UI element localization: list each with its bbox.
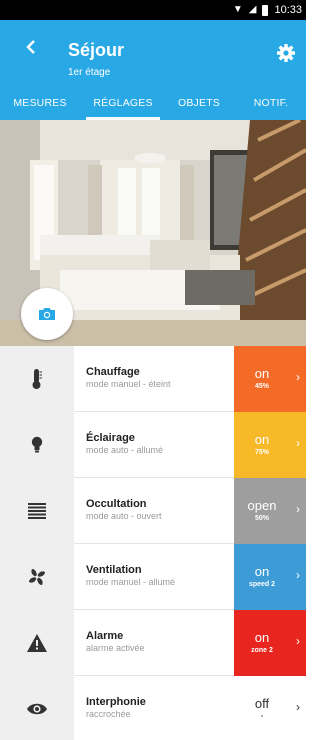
- state-value: on: [254, 564, 270, 579]
- page-subtitle: 1er étage: [68, 67, 111, 78]
- camera-icon: [39, 308, 55, 320]
- item-name: Occultation: [86, 498, 147, 510]
- gear-icon: [277, 44, 295, 62]
- state-value: off: [254, 696, 270, 711]
- state-toggle[interactable]: on 45% ›: [234, 346, 306, 412]
- settings-button[interactable]: [276, 43, 296, 63]
- chevron-right-icon: ›: [296, 502, 300, 516]
- state-toggle[interactable]: on speed 2 ›: [234, 544, 306, 610]
- status-time: 10:33: [274, 4, 302, 16]
- item-name: Chauffage: [86, 366, 140, 378]
- tab-reglages[interactable]: RÉGLAGES: [86, 92, 160, 120]
- state-detail: 50%: [254, 515, 269, 522]
- wifi-icon: ▼: [232, 4, 243, 15]
- chevron-right-icon: ›: [296, 634, 300, 648]
- camera-button[interactable]: [21, 288, 73, 340]
- settings-list: Chauffage mode manuel - éteint on 45% › …: [0, 346, 306, 740]
- chevron-right-icon: ›: [296, 436, 300, 450]
- state-toggle[interactable]: on zone 2 ›: [234, 610, 306, 676]
- item-name: Alarme: [86, 630, 124, 642]
- chevron-right-icon: ›: [296, 568, 300, 582]
- state-detail: 45%: [254, 383, 269, 390]
- lightbulb-icon: [31, 436, 43, 453]
- state-toggle[interactable]: on 75% ›: [234, 412, 306, 478]
- list-item-occultation[interactable]: Occultation mode auto - ouvert open 50% …: [0, 478, 306, 544]
- item-mode: mode manuel - éteint: [86, 379, 171, 389]
- state-detail: speed 2: [248, 581, 276, 588]
- app-bar: Séjour 1er étage MESURES RÉGLAGES OBJETS…: [0, 20, 306, 120]
- eye-icon: [27, 703, 47, 715]
- item-mode: alarme activée: [86, 643, 145, 653]
- state-detail: -: [260, 713, 264, 720]
- item-mode: mode auto - ouvert: [86, 511, 162, 521]
- chevron-right-icon: ›: [296, 370, 300, 384]
- item-name: Éclairage: [86, 432, 135, 444]
- tab-mesures[interactable]: MESURES: [0, 92, 80, 120]
- list-item-chauffage[interactable]: Chauffage mode manuel - éteint on 45% ›: [0, 346, 306, 412]
- status-bar: ▼ ◢ 10:33: [0, 0, 306, 20]
- item-name: Ventilation: [86, 564, 142, 576]
- list-item-alarme[interactable]: Alarme alarme activée on zone 2 ›: [0, 610, 306, 676]
- tab-objets[interactable]: OBJETS: [166, 92, 232, 120]
- list-item-eclairage[interactable]: Éclairage mode auto - allumé on 75% ›: [0, 412, 306, 478]
- state-value: on: [254, 630, 270, 645]
- state-toggle[interactable]: off - ›: [234, 676, 306, 740]
- thermometer-icon: [32, 369, 42, 389]
- list-item-interphonie[interactable]: Interphonie raccrochée off - ›: [0, 676, 306, 740]
- chevron-left-icon: [26, 40, 35, 54]
- state-detail: 75%: [254, 449, 269, 456]
- state-value: open: [247, 498, 277, 513]
- status-icons: ▼ ◢ 10:33: [233, 3, 302, 17]
- state-detail: zone 2: [251, 647, 273, 654]
- item-name: Interphonie: [86, 696, 146, 708]
- state-value: on: [254, 366, 270, 381]
- list-item-ventilation[interactable]: Ventilation mode manuel - allumé on spee…: [0, 544, 306, 610]
- item-mode: mode manuel - allumé: [86, 577, 176, 587]
- warning-icon: [27, 634, 47, 652]
- tab-bar: MESURES RÉGLAGES OBJETS NOTIF.: [0, 92, 306, 120]
- state-toggle[interactable]: open 50% ›: [234, 478, 306, 544]
- tab-notif[interactable]: NOTIF.: [236, 92, 306, 120]
- back-button[interactable]: [20, 36, 42, 58]
- chevron-right-icon: ›: [296, 700, 300, 714]
- battery-icon: [262, 4, 269, 16]
- signal-icon: ◢: [248, 4, 257, 15]
- state-value: on: [254, 432, 270, 447]
- fan-icon: [29, 569, 45, 585]
- item-mode: mode auto - allumé: [86, 445, 164, 455]
- item-mode: raccrochée: [86, 709, 131, 719]
- shutter-icon: [28, 503, 46, 519]
- page-title: Séjour: [68, 40, 125, 60]
